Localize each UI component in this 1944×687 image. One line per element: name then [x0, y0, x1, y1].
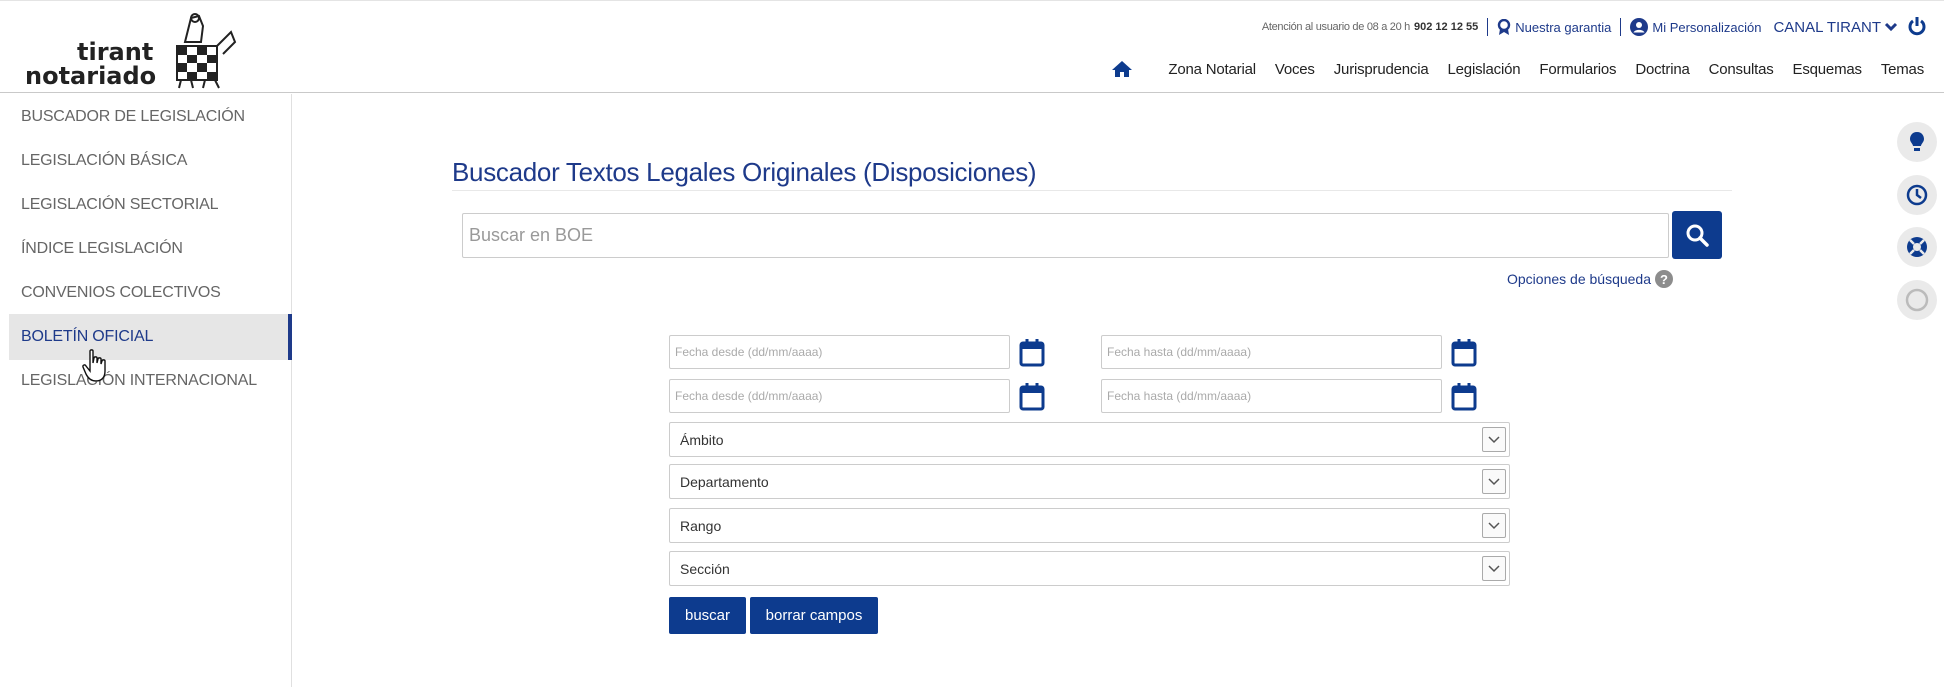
support-phone: 902 12 12 55: [1414, 21, 1479, 33]
nav-formularios[interactable]: Formularios: [1539, 61, 1616, 78]
sidebar-item-buscador[interactable]: Buscador de legislación: [9, 94, 292, 140]
sidebar-item-convenios[interactable]: Convenios colectivos: [9, 270, 292, 316]
guarantee-link[interactable]: Nuestra garantia: [1497, 18, 1612, 36]
nav-doctrina[interactable]: Doctrina: [1635, 61, 1689, 78]
guarantee-label: Nuestra garantia: [1515, 19, 1612, 35]
header: tirant notariado Atención al usuario de …: [0, 0, 1944, 93]
ambito-select[interactable]: Ámbito: [669, 422, 1510, 457]
seccion-select-value: Sección: [680, 560, 730, 577]
sidebar-item-sectorial[interactable]: Legislación sectorial: [9, 182, 292, 228]
departamento-select-value: Departamento: [680, 473, 769, 490]
date-from-field-1[interactable]: [669, 335, 1010, 369]
top-line: [0, 0, 1944, 8]
search-button[interactable]: [1672, 211, 1722, 259]
lifebuoy-icon: [1907, 237, 1927, 257]
sidebar-item-basica[interactable]: Legislación básica: [9, 138, 292, 184]
hand-cursor-icon: [82, 349, 106, 382]
nav-jurisprudencia[interactable]: Jurisprudencia: [1334, 61, 1429, 78]
rango-select[interactable]: Rango: [669, 508, 1510, 543]
ambito-select-value: Ámbito: [680, 431, 724, 448]
sidebar-item-label: Convenios colectivos: [21, 284, 221, 301]
home-icon: [1112, 61, 1133, 77]
award-icon: [1498, 18, 1511, 35]
page-title: Buscador Textos Legales Originales (Disp…: [452, 157, 1037, 187]
help-icon[interactable]: ?: [1655, 270, 1673, 288]
chevron-down-icon: [1482, 513, 1506, 538]
date-from-field-2[interactable]: [669, 379, 1010, 413]
borrar-campos-button[interactable]: borrar campos: [750, 597, 878, 634]
calendar-icon[interactable]: [1451, 337, 1477, 367]
departamento-select[interactable]: Departamento: [669, 464, 1510, 499]
calendar-icon[interactable]: [1451, 381, 1477, 411]
search-options-label: Opciones de búsqueda: [1507, 271, 1651, 287]
search-icon: [1686, 224, 1709, 247]
logo-text-notariado: notariado: [25, 62, 157, 90]
sidebar-item-boletin-oficial[interactable]: Boletín oficial: [9, 314, 292, 360]
home-link[interactable]: [1111, 60, 1133, 78]
search-options-link[interactable]: Opciones de búsqueda ?: [1507, 270, 1673, 288]
seccion-select[interactable]: Sección: [669, 551, 1510, 586]
nav-esquemas[interactable]: Esquemas: [1793, 61, 1862, 78]
sidebar: Buscador de legislación Legislación bási…: [9, 94, 292, 687]
date-to-field-1[interactable]: [1101, 335, 1442, 369]
buscar-button[interactable]: buscar: [669, 597, 746, 634]
tips-button[interactable]: [1897, 122, 1937, 162]
personalization-link[interactable]: Mi Personalización: [1630, 18, 1761, 36]
logout-button[interactable]: [1908, 16, 1926, 39]
calendar-icon[interactable]: [1019, 381, 1045, 411]
extra-tool-button[interactable]: [1897, 280, 1937, 320]
clock-icon: [1906, 184, 1928, 206]
boe-search-input[interactable]: [462, 213, 1669, 258]
power-icon: [1908, 16, 1926, 35]
personalization-label: Mi Personalización: [1652, 19, 1762, 35]
chevron-down-icon: [1482, 427, 1506, 452]
sidebar-item-label: Boletín oficial: [21, 328, 154, 345]
knight-logo-icon: [176, 13, 237, 89]
nav-consultas[interactable]: Consultas: [1709, 61, 1774, 78]
support-button[interactable]: [1897, 227, 1937, 267]
chevron-down-icon: [1884, 22, 1898, 32]
sidebar-item-indice[interactable]: Índice legislación: [9, 226, 292, 272]
history-button[interactable]: [1897, 175, 1937, 215]
date-to-field-2[interactable]: [1101, 379, 1442, 413]
sidebar-item-label: Legislación básica: [21, 152, 188, 169]
divider: [1620, 18, 1622, 36]
utility-bar: Atención al usuario de 08 a 20 h 902 12 …: [1262, 16, 1926, 38]
circle-icon: [1905, 288, 1929, 312]
logo[interactable]: tirant notariado: [25, 12, 237, 90]
title-divider: [452, 190, 1732, 191]
canal-tirant-dropdown[interactable]: CANAL TIRANT: [1773, 19, 1898, 36]
canal-label: CANAL TIRANT: [1773, 18, 1881, 36]
chevron-down-icon: [1482, 556, 1506, 581]
lightbulb-icon: [1910, 132, 1924, 151]
nav-temas[interactable]: Temas: [1881, 61, 1924, 78]
sidebar-item-label: Legislación internacional: [21, 372, 257, 389]
nav-zona-notarial[interactable]: Zona Notarial: [1168, 61, 1256, 78]
sidebar-item-label: Legislación sectorial: [21, 196, 219, 213]
sidebar-item-label: Índice legislación: [21, 240, 183, 257]
main-nav: Zona Notarial Voces Jurisprudencia Legis…: [1111, 60, 1924, 78]
nav-legislacion[interactable]: Legislación: [1448, 61, 1521, 78]
sidebar-item-internacional[interactable]: Legislación internacional: [9, 358, 292, 404]
support-hours: Atención al usuario de 08 a 20 h: [1261, 21, 1410, 33]
sidebar-item-label: Buscador de legislación: [21, 108, 245, 125]
calendar-icon[interactable]: [1019, 337, 1045, 367]
nav-voces[interactable]: Voces: [1275, 61, 1315, 78]
user-circle-icon: [1630, 18, 1649, 36]
rango-select-value: Rango: [680, 517, 722, 534]
divider: [1487, 18, 1489, 36]
chevron-down-icon: [1482, 469, 1506, 494]
